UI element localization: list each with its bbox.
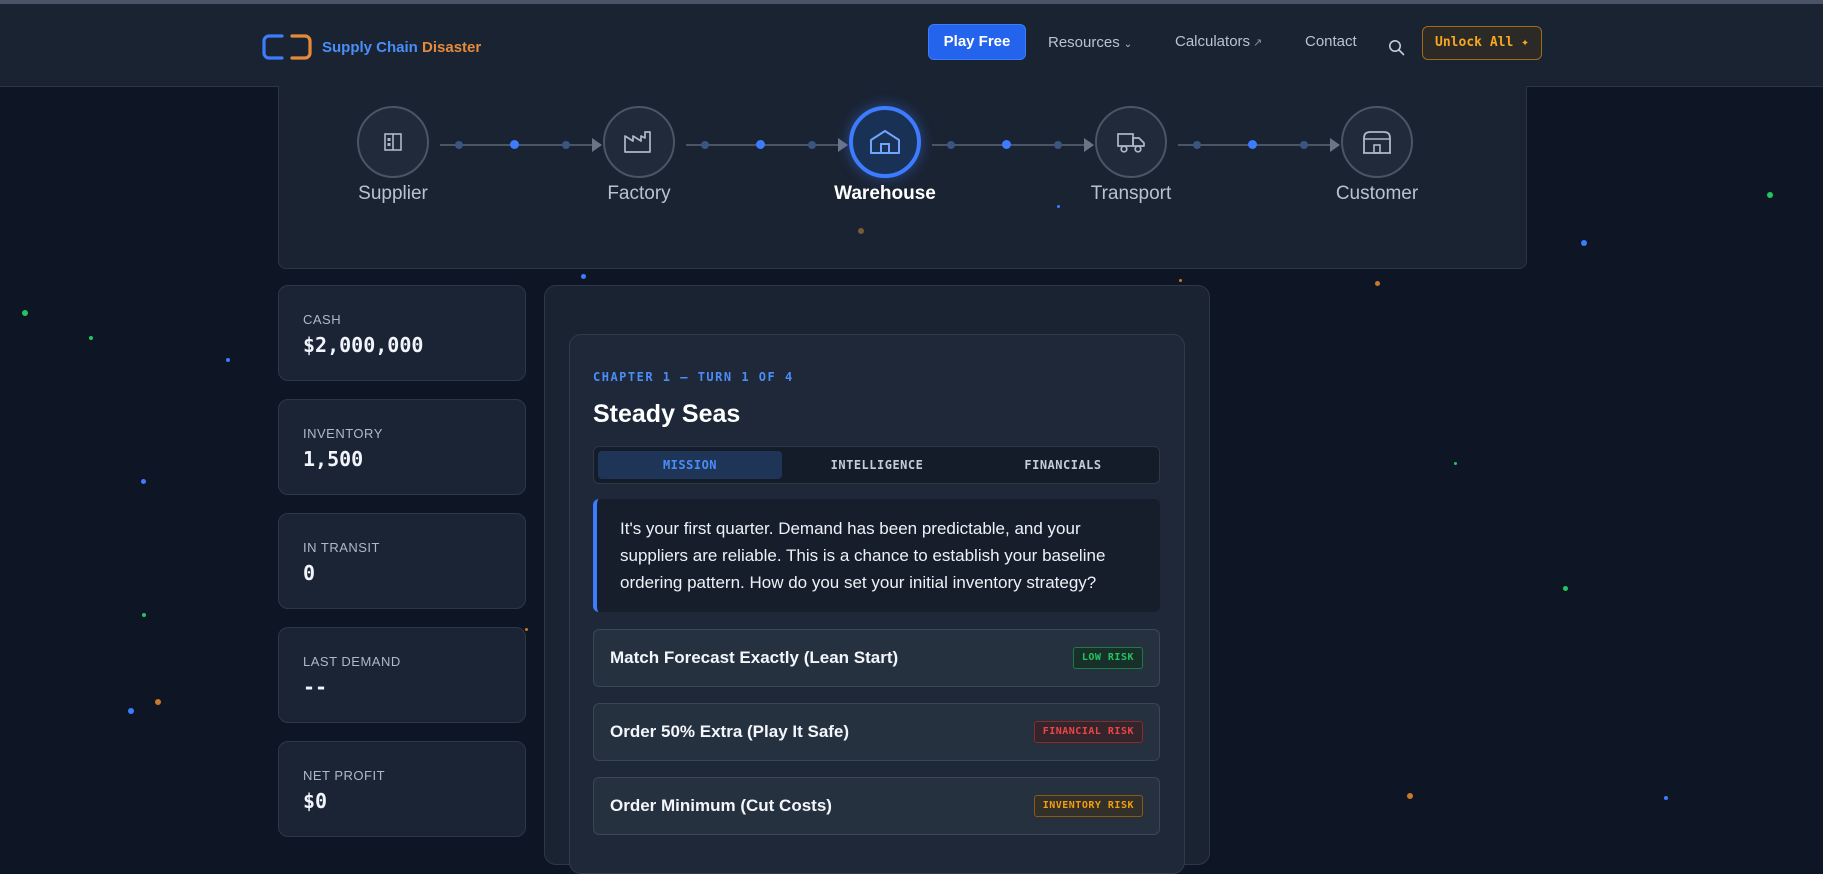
stat-label: LAST DEMAND — [303, 654, 401, 669]
particle — [1563, 586, 1568, 591]
risk-badge: INVENTORY RISK — [1033, 795, 1143, 817]
tab-intelligence[interactable]: INTELLIGENCE — [785, 451, 969, 479]
flow-connector — [932, 138, 1094, 152]
stat-card-cash: CASH $2,000,000 — [278, 285, 526, 381]
resources-label: Resources — [1048, 34, 1120, 51]
particle — [226, 358, 230, 362]
choice-option-safe[interactable]: Order 50% Extra (Play It Safe) FINANCIAL… — [593, 703, 1160, 761]
particle — [155, 699, 161, 705]
choice-option-lean[interactable]: Match Forecast Exactly (Lean Start) LOW … — [593, 629, 1160, 687]
search-button[interactable] — [1388, 39, 1405, 61]
resources-menu[interactable]: Resources ⌄ — [1048, 34, 1132, 51]
particle — [1581, 240, 1587, 246]
navbar: Supply Chain Disaster Play Free Resource… — [0, 4, 1823, 87]
stage-warehouse[interactable]: Warehouse — [825, 106, 945, 205]
stat-label: IN TRANSIT — [303, 540, 380, 555]
stage-supplier-circle — [357, 106, 429, 178]
warehouse-icon — [870, 130, 900, 154]
particle — [581, 274, 586, 279]
choice-option-minimum[interactable]: Order Minimum (Cut Costs) INVENTORY RISK — [593, 777, 1160, 835]
brand-name: Supply Chain Disaster — [322, 39, 481, 56]
stage-factory[interactable]: Factory — [579, 106, 699, 205]
chapter-indicator: CHAPTER 1 — TURN 1 OF 4 — [593, 370, 794, 384]
particle — [525, 628, 528, 631]
scenario-tabs: MISSION INTELLIGENCE FINANCIALS — [593, 446, 1160, 484]
tab-mission[interactable]: MISSION — [598, 451, 782, 479]
stage-label: Transport — [1090, 183, 1172, 204]
logo-icon — [262, 34, 312, 60]
stage-transport-circle — [1095, 106, 1167, 178]
scenario-title: Steady Seas — [593, 400, 741, 428]
choice-label: Order Minimum (Cut Costs) — [610, 796, 832, 815]
external-link-icon: ↗ — [1253, 37, 1263, 49]
particle — [1767, 192, 1773, 198]
particle — [128, 708, 134, 714]
stat-label: CASH — [303, 312, 342, 327]
particle — [1664, 796, 1668, 800]
stage-supplier[interactable]: Supplier — [333, 106, 453, 205]
mission-text: It's your first quarter. Demand has been… — [593, 499, 1160, 612]
contact-link[interactable]: Contact — [1305, 33, 1357, 50]
stage-label: Warehouse — [834, 183, 936, 204]
flow-connector — [686, 138, 848, 152]
choice-label: Match Forecast Exactly (Lean Start) — [610, 648, 899, 667]
brand-name-part2: Disaster — [422, 38, 482, 56]
stat-label: INVENTORY — [303, 426, 383, 441]
particle — [1375, 281, 1380, 286]
particle — [858, 228, 864, 234]
logo[interactable]: Supply Chain Disaster — [262, 34, 481, 60]
supply-chain-flow: Supplier Factory Warehouse Transport Cus… — [278, 86, 1527, 269]
calculators-label: Calculators — [1175, 33, 1251, 50]
building-icon — [384, 133, 402, 151]
brand-name-part1: Supply Chain — [322, 38, 418, 56]
stat-value: 1,500 — [303, 447, 364, 471]
risk-badge: FINANCIAL RISK — [1033, 721, 1143, 743]
stage-customer-circle — [1341, 106, 1413, 178]
stat-value: 0 — [303, 561, 316, 585]
stage-label: Customer — [1335, 183, 1419, 204]
particle — [1057, 205, 1060, 208]
stage-factory-circle — [603, 106, 675, 178]
stat-card-in-transit: IN TRANSIT 0 — [278, 513, 526, 609]
particle — [22, 310, 28, 316]
stat-label: NET PROFIT — [303, 768, 386, 783]
truck-icon — [1117, 133, 1145, 153]
stat-card-inventory: INVENTORY 1,500 — [278, 399, 526, 495]
flow-connector — [1178, 138, 1340, 152]
unlock-all-button[interactable]: Unlock All ✦ — [1422, 26, 1542, 60]
stage-transport[interactable]: Transport — [1071, 106, 1191, 205]
stat-value: $0 — [303, 789, 328, 813]
stage-label: Supplier — [358, 183, 428, 204]
factory-icon — [624, 131, 651, 153]
store-icon — [1363, 131, 1391, 154]
tab-financials[interactable]: FINANCIALS — [971, 451, 1155, 479]
stage-customer[interactable]: Customer — [1317, 106, 1437, 205]
particle — [89, 336, 93, 340]
risk-badge: LOW RISK — [1072, 647, 1143, 669]
chevron-down-icon: ⌄ — [1123, 39, 1133, 50]
stat-card-net-profit: NET PROFIT $0 — [278, 741, 526, 837]
stage-warehouse-circle — [849, 106, 921, 178]
stat-value: -- — [303, 675, 328, 699]
choice-label: Order 50% Extra (Play It Safe) — [610, 722, 850, 741]
particle — [1407, 793, 1413, 799]
search-icon — [1389, 40, 1405, 56]
stat-value: $2,000,000 — [303, 333, 424, 357]
flow-connector — [440, 138, 602, 152]
particle — [1179, 279, 1182, 282]
stat-card-last-demand: LAST DEMAND -- — [278, 627, 526, 723]
particle — [142, 613, 146, 617]
particle — [1454, 462, 1457, 465]
calculators-link[interactable]: Calculators ↗ — [1175, 33, 1262, 50]
play-free-button[interactable]: Play Free — [928, 24, 1026, 60]
stage-label: Factory — [607, 183, 671, 204]
particle — [141, 479, 146, 484]
